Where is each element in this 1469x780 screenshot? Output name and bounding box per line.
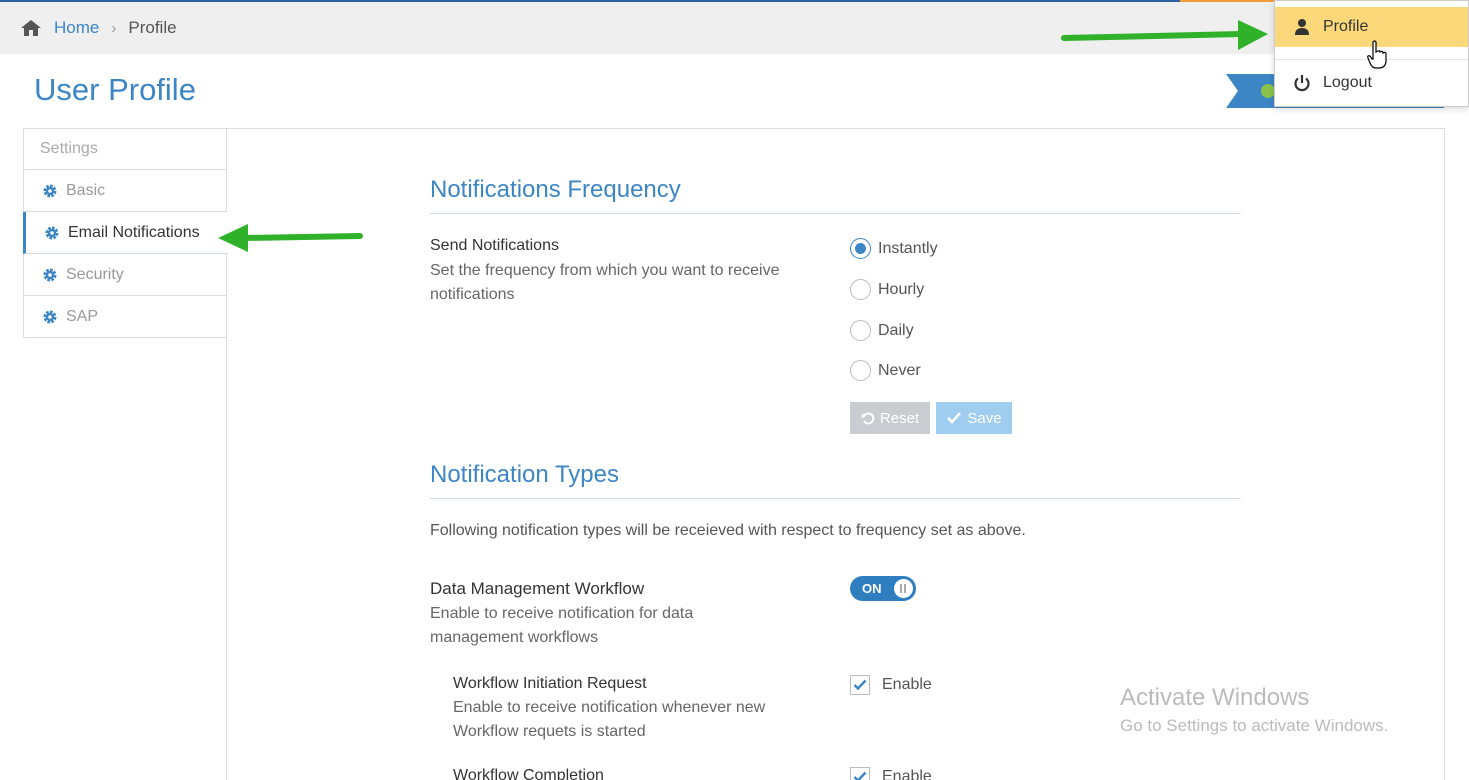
sidebar-item-label: Email Notifications bbox=[68, 223, 200, 241]
page-title: User Profile bbox=[34, 72, 196, 107]
breadcrumb-separator: › bbox=[111, 19, 117, 37]
workflow-initiation-description: Enable to receive notification whenever … bbox=[453, 699, 766, 740]
menu-item-label: Profile bbox=[1323, 18, 1369, 35]
check-icon bbox=[853, 771, 867, 780]
sidebar-header: Settings bbox=[23, 128, 227, 170]
reset-button[interactable]: Reset bbox=[850, 402, 930, 434]
sidebar-item-basic[interactable]: Basic bbox=[23, 170, 227, 212]
check-icon bbox=[947, 412, 962, 424]
radio-option-never[interactable]: Never bbox=[850, 360, 921, 381]
radio-label: Never bbox=[878, 361, 921, 379]
section-divider bbox=[430, 498, 1241, 499]
workflow-initiation-label: Workflow Initiation Request bbox=[453, 675, 647, 692]
reset-button-label: Reset bbox=[879, 409, 920, 427]
check-icon bbox=[853, 679, 867, 691]
radio-option-hourly[interactable]: Hourly bbox=[850, 279, 924, 300]
sidebar-item-label: SAP bbox=[66, 307, 99, 325]
home-icon[interactable] bbox=[20, 19, 42, 37]
checkbox-label: Enable bbox=[882, 768, 932, 780]
radio-label: Hourly bbox=[878, 280, 925, 298]
workflow-label: Data Management Workflow bbox=[430, 579, 645, 598]
settings-sidebar: Settings Basic Email Notifications Secur… bbox=[23, 128, 228, 338]
hand-cursor-icon bbox=[1367, 40, 1387, 69]
activation-watermark-title: Activate Windows bbox=[1120, 684, 1310, 711]
status-dot bbox=[1261, 84, 1275, 98]
sidebar-item-sap[interactable]: SAP bbox=[23, 296, 227, 338]
gear-icon bbox=[42, 183, 58, 199]
radio-button[interactable] bbox=[850, 279, 871, 300]
radio-button[interactable] bbox=[850, 238, 871, 259]
types-intro: Following notification types will be rec… bbox=[430, 522, 1026, 539]
checkbox[interactable] bbox=[850, 675, 870, 695]
breadcrumb-current: Profile bbox=[128, 18, 177, 37]
activation-watermark-subtitle: Go to Settings to activate Windows. bbox=[1120, 716, 1389, 735]
radio-label: Daily bbox=[878, 321, 914, 339]
workflow-completion-label: Workflow Completion bbox=[453, 767, 604, 780]
sidebar-item-label: Security bbox=[66, 265, 124, 283]
radio-button[interactable] bbox=[850, 320, 871, 341]
radio-option-daily[interactable]: Daily bbox=[850, 320, 914, 341]
send-notifications-description: Set the frequency from which you want to… bbox=[430, 262, 780, 303]
save-button[interactable]: Save bbox=[936, 402, 1012, 434]
breadcrumb-home-link[interactable]: Home bbox=[54, 18, 99, 38]
toggle-label: ON bbox=[862, 581, 882, 596]
workflow-initiation-enable[interactable]: Enable bbox=[850, 675, 932, 695]
types-section-title: Notification Types bbox=[430, 461, 619, 488]
content-panel bbox=[226, 128, 1445, 780]
workflow-completion-enable[interactable]: Enable bbox=[850, 767, 932, 780]
radio-button[interactable] bbox=[850, 360, 871, 381]
undo-icon bbox=[861, 412, 875, 425]
sidebar-item-label: Basic bbox=[66, 181, 106, 199]
save-button-label: Save bbox=[967, 409, 1002, 427]
gear-icon bbox=[42, 309, 58, 325]
annotation-arrow-profile bbox=[1061, 20, 1268, 50]
radio-label: Instantly bbox=[878, 239, 938, 257]
user-icon bbox=[1293, 18, 1311, 36]
checkbox-label: Enable bbox=[882, 676, 932, 693]
send-notifications-label: Send Notifications bbox=[430, 237, 559, 254]
checkbox[interactable] bbox=[850, 767, 870, 780]
gear-icon bbox=[42, 267, 58, 283]
frequency-section-title: Notifications Frequency bbox=[430, 176, 681, 203]
section-divider bbox=[430, 213, 1241, 214]
sidebar-item-security[interactable]: Security bbox=[23, 254, 227, 296]
radio-option-instantly[interactable]: Instantly bbox=[850, 238, 938, 259]
workflow-toggle[interactable]: ON bbox=[850, 576, 916, 601]
menu-item-label: Logout bbox=[1323, 73, 1372, 91]
workflow-description: Enable to receive notification for data … bbox=[430, 605, 694, 646]
sidebar-item-email-notifications[interactable]: Email Notifications bbox=[23, 212, 228, 254]
toggle-knob bbox=[894, 579, 913, 598]
gear-icon bbox=[44, 225, 60, 241]
power-icon bbox=[1293, 74, 1311, 92]
annotation-arrow-email bbox=[218, 224, 363, 252]
